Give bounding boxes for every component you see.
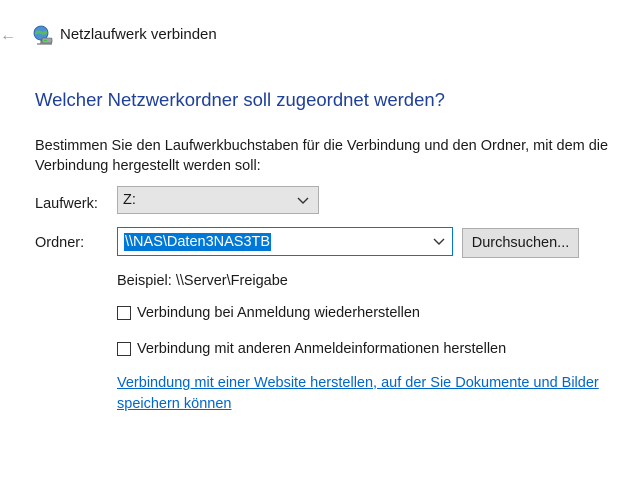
- main-instruction-heading: Welcher Netzwerkordner soll zugeordnet w…: [35, 89, 445, 110]
- folder-path-value[interactable]: \\NAS\Daten3NAS3TB: [124, 233, 272, 251]
- drive-label: Laufwerk:: [35, 196, 98, 212]
- folder-label: Ordner:: [35, 235, 85, 251]
- window-title: Netzlaufwerk verbinden: [60, 26, 217, 43]
- reconnect-at-signin-label[interactable]: Verbindung bei Anmeldung wiederherstelle…: [137, 305, 420, 321]
- description-text: Bestimmen Sie den Laufwerkbuchstaben für…: [35, 138, 609, 174]
- drive-letter-select[interactable]: Z:: [117, 186, 319, 214]
- chevron-down-icon: [297, 197, 309, 204]
- folder-combobox[interactable]: \\NAS\Daten3NAS3TB: [117, 227, 453, 256]
- different-credentials-label[interactable]: Verbindung mit anderen Anmeldeinformatio…: [137, 341, 506, 357]
- drive-letter-value: Z:: [123, 192, 136, 208]
- back-arrow-icon[interactable]: ←: [0, 24, 18, 48]
- checkbox-box[interactable]: [117, 306, 131, 320]
- different-credentials-checkbox[interactable]: Verbindung mit anderen Anmeldeinformatio…: [117, 341, 537, 359]
- example-text: Beispiel: \\Server\Freigabe: [117, 273, 288, 289]
- browse-button[interactable]: Durchsuchen...: [462, 228, 579, 258]
- reconnect-at-signin-checkbox[interactable]: Verbindung bei Anmeldung wiederherstelle…: [117, 305, 517, 323]
- chevron-down-icon[interactable]: [432, 237, 446, 247]
- network-drive-icon: [33, 25, 53, 45]
- connect-website-link[interactable]: Verbindung mit einer Website herstellen,…: [117, 373, 627, 415]
- checkbox-box[interactable]: [117, 342, 131, 356]
